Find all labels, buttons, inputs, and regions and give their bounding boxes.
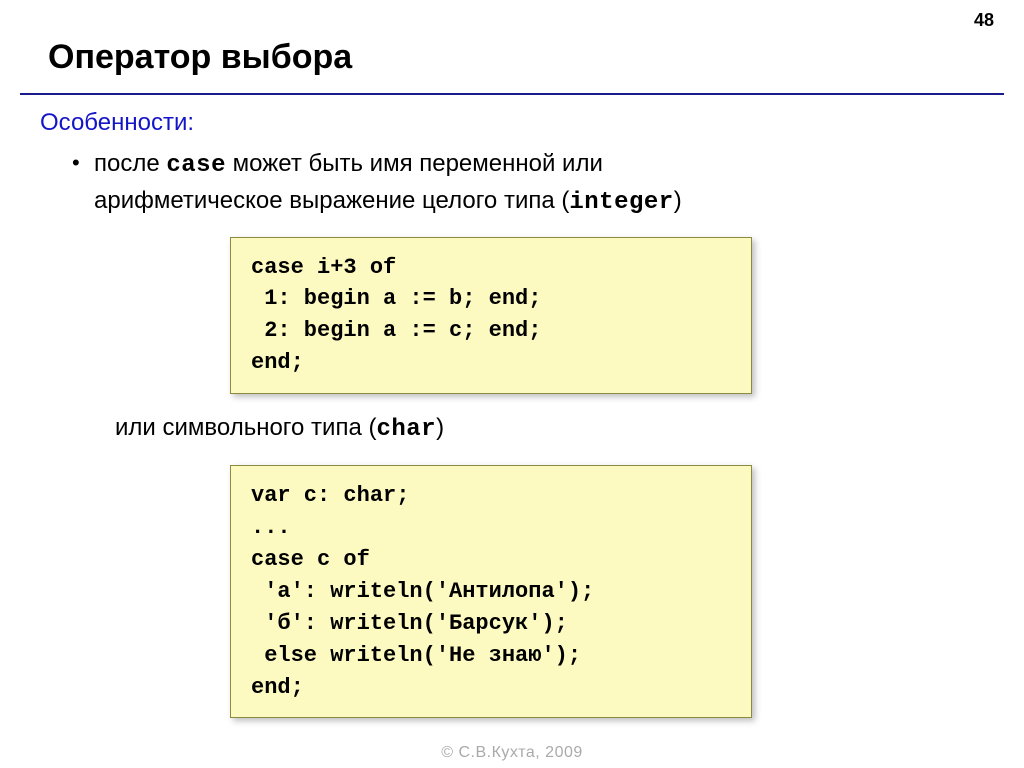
keyword-char: char (376, 416, 436, 443)
keyword-integer: integer (569, 189, 673, 216)
text-segment: или символьного типа ( (115, 414, 376, 441)
slide-title: Оператор выбора (0, 0, 1024, 77)
text-segment: ) (674, 187, 682, 214)
bullet-line-1: после case может быть имя переменной или (72, 147, 1024, 184)
bullet-line-2: арифметическое выражение целого типа (in… (72, 184, 1024, 221)
keyword-case: case (166, 152, 226, 179)
footer-copyright: © С.В.Кухта, 2009 (0, 744, 1024, 762)
text-segment: после (94, 150, 166, 177)
code-block-case-integer: case i+3 of 1: begin a := b; end; 2: beg… (230, 237, 752, 395)
page-number: 48 (974, 10, 994, 31)
code-block-case-char: var c: char; ... case c of 'а': writeln(… (230, 465, 752, 718)
text-segment: может быть имя переменной или (226, 150, 603, 177)
text-segment: ) (436, 414, 444, 441)
bullet-area: после case может быть имя переменной или… (0, 137, 1024, 221)
section-label: Особенности: (0, 95, 1024, 137)
text-segment: арифметическое выражение целого типа ( (94, 187, 569, 214)
between-text: или символьного типа (char) (0, 394, 1024, 443)
